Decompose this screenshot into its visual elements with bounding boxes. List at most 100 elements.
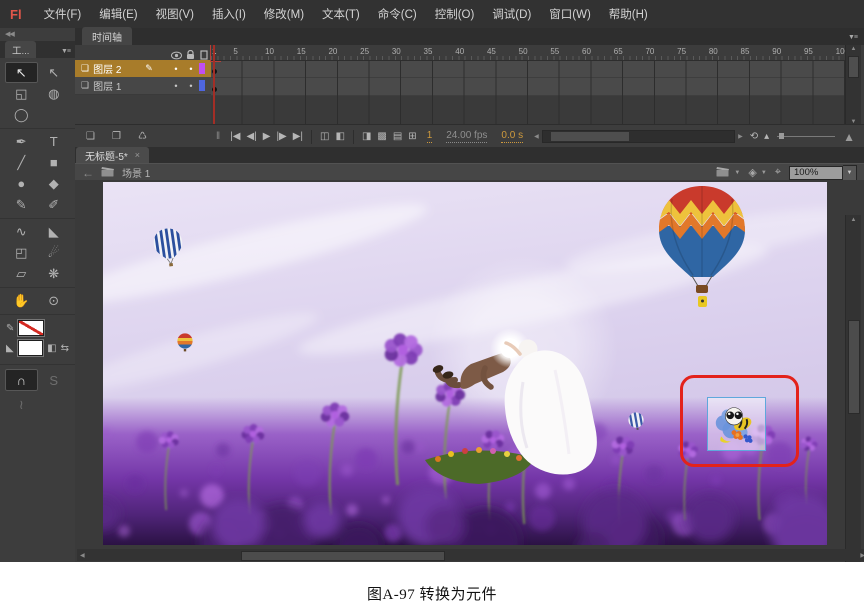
- menu-item[interactable]: 调试(D): [483, 6, 540, 22]
- menu-item[interactable]: 控制(O): [426, 6, 484, 22]
- scroll-left-icon[interactable]: ◀: [534, 133, 539, 140]
- center-frame-button[interactable]: ◫: [317, 131, 332, 142]
- step-forward-button[interactable]: |▶: [273, 131, 289, 142]
- selection-tool[interactable]: ↖: [5, 62, 38, 83]
- zoom-tool[interactable]: ⊙: [38, 290, 71, 311]
- delete-layer-button[interactable]: ♺: [135, 131, 150, 142]
- back-icon[interactable]: ←: [82, 166, 94, 180]
- paint-bucket-tool[interactable]: ◣: [38, 221, 71, 242]
- subselection-tool[interactable]: ↖: [38, 62, 71, 83]
- scroll-up-icon[interactable]: ▲: [851, 217, 857, 223]
- pencil-tool[interactable]: ✎: [5, 194, 38, 215]
- goto-last-frame-button[interactable]: ▶|: [290, 131, 306, 142]
- timeline-zoom-out-icon[interactable]: ▴: [761, 131, 772, 142]
- selected-symbol[interactable]: [707, 397, 766, 451]
- timeline-h-scroll-thumb[interactable]: [551, 132, 629, 141]
- play-button[interactable]: ▶: [260, 131, 274, 142]
- layer-edit-pencil-icon[interactable]: ✎: [143, 63, 155, 74]
- menu-item[interactable]: 文本(T): [313, 6, 369, 22]
- menu-item[interactable]: 窗口(W): [540, 6, 600, 22]
- rectangle-tool[interactable]: ■: [38, 152, 71, 173]
- edit-scene-dropdown-icon[interactable]: ▼: [734, 170, 740, 176]
- stroke-color-swatch[interactable]: [18, 320, 44, 336]
- modify-markers-button[interactable]: ▤: [390, 131, 405, 142]
- menu-item[interactable]: 文件(F): [35, 6, 91, 22]
- zoom-dropdown-icon[interactable]: ▼: [843, 165, 857, 181]
- frame-grid[interactable]: [211, 60, 845, 124]
- ink-bottle-tool[interactable]: ◰: [5, 242, 38, 263]
- frame-rate-indicator[interactable]: 24.00 fps: [446, 130, 487, 143]
- 3d-rotation-tool[interactable]: ◍: [38, 83, 71, 104]
- collapse-panel-icon[interactable]: ◀◀: [5, 31, 14, 38]
- text-tool[interactable]: T: [38, 131, 71, 152]
- timeline-zoom-in-icon[interactable]: ▲: [840, 130, 858, 144]
- stage-h-scroll-thumb[interactable]: [241, 551, 445, 561]
- menu-item[interactable]: 帮助(H): [600, 6, 657, 22]
- timeline-zoom-slider[interactable]: [777, 136, 835, 137]
- current-frame-indicator[interactable]: 1: [427, 130, 433, 143]
- snap-to-objects-toggle[interactable]: ∩: [5, 369, 38, 391]
- swap-colors-icon[interactable]: ⇆: [61, 343, 69, 354]
- timeline-tab[interactable]: 时间轴: [82, 27, 132, 45]
- menu-item[interactable]: 视图(V): [147, 6, 203, 22]
- new-folder-button[interactable]: ❐: [109, 131, 124, 142]
- pen-tool[interactable]: ✒: [5, 131, 38, 152]
- fill-color-swatch[interactable]: [18, 340, 43, 356]
- close-tab-icon[interactable]: ×: [135, 150, 140, 160]
- stage-h-scrollbar[interactable]: ◀ ▶: [77, 549, 864, 561]
- layer-outline-color-swatch[interactable]: [199, 80, 205, 91]
- edit-symbols-icon[interactable]: ◈: [748, 166, 756, 179]
- onion-skin-outlines-button[interactable]: ◨: [359, 131, 374, 142]
- layer-row[interactable]: ❏图层 1••: [75, 77, 211, 95]
- straighten-option[interactable]: ≀: [5, 394, 38, 416]
- edit-scene-icon[interactable]: [716, 166, 730, 180]
- timeline-v-scrollbar[interactable]: ▲ ▼: [845, 45, 861, 124]
- oval-tool[interactable]: ●: [5, 173, 38, 194]
- panel-splitter-handle[interactable]: ‖: [213, 131, 223, 142]
- stage-canvas[interactable]: [103, 182, 827, 545]
- marker-options-button[interactable]: ⊞: [405, 131, 419, 142]
- brush-tool[interactable]: ✐: [38, 194, 71, 215]
- edit-symbols-dropdown-icon[interactable]: ▼: [761, 170, 767, 176]
- timeline-h-scrollbar[interactable]: ◀ ▶: [534, 130, 743, 143]
- black-white-icon[interactable]: ◧: [47, 343, 56, 354]
- stage-v-scroll-thumb[interactable]: [848, 320, 860, 414]
- layer-name[interactable]: 图层 1: [93, 78, 121, 93]
- polystar-tool[interactable]: ◆: [38, 173, 71, 194]
- layer-frame-row[interactable]: [211, 60, 845, 78]
- free-transform-tool[interactable]: ◱: [5, 83, 38, 104]
- stage-v-scrollbar[interactable]: ▲ ▼: [845, 215, 861, 562]
- deco-tool[interactable]: ❋: [38, 263, 71, 284]
- bone-tool[interactable]: ∿: [5, 221, 38, 242]
- scroll-left-icon[interactable]: ◀: [80, 552, 85, 559]
- menu-item[interactable]: 编辑(E): [90, 6, 146, 22]
- scroll-up-icon[interactable]: ▲: [851, 46, 857, 52]
- tools-panel-menu-icon[interactable]: ▼≡: [61, 48, 70, 58]
- edit-multiple-frames-button[interactable]: ▩: [374, 131, 389, 142]
- scroll-right-icon[interactable]: ▶: [738, 133, 743, 140]
- zoom-value-input[interactable]: 100%: [789, 166, 843, 180]
- layer-name[interactable]: 图层 2: [93, 61, 121, 76]
- lasso-tool[interactable]: ◯: [5, 104, 38, 125]
- eyedropper-tool[interactable]: ☄: [38, 242, 71, 263]
- layer-visibility-dot[interactable]: •: [170, 81, 182, 91]
- reset-timeline-zoom-button[interactable]: ⟲: [747, 131, 761, 142]
- goto-first-frame-button[interactable]: |◀: [227, 131, 243, 142]
- eraser-tool[interactable]: ▱: [5, 263, 38, 284]
- onion-skin-button[interactable]: ◧: [332, 131, 347, 142]
- frames-area[interactable]: 1510152025303540455055606570758085909510…: [211, 45, 845, 124]
- layer-row[interactable]: ❏图层 2✎••: [75, 60, 211, 78]
- menu-item[interactable]: 命令(C): [369, 6, 426, 22]
- document-tab[interactable]: 无标题-5* ×: [76, 147, 149, 163]
- new-layer-button[interactable]: ❏: [83, 131, 98, 142]
- layer-outline-color-swatch[interactable]: [199, 63, 205, 74]
- step-back-button[interactable]: ◀|: [243, 131, 259, 142]
- line-tool[interactable]: ╱: [5, 152, 38, 173]
- timeline-v-scroll-thumb[interactable]: [848, 56, 859, 78]
- layer-lock-dot[interactable]: •: [185, 81, 197, 91]
- scroll-right-icon[interactable]: ▶: [860, 552, 864, 559]
- layer-frame-row[interactable]: [211, 78, 845, 96]
- layer-visibility-dot[interactable]: •: [170, 64, 182, 74]
- elapsed-time-indicator[interactable]: 0.0 s: [501, 130, 523, 143]
- timeline-panel-menu-icon[interactable]: ▼≡: [848, 34, 864, 45]
